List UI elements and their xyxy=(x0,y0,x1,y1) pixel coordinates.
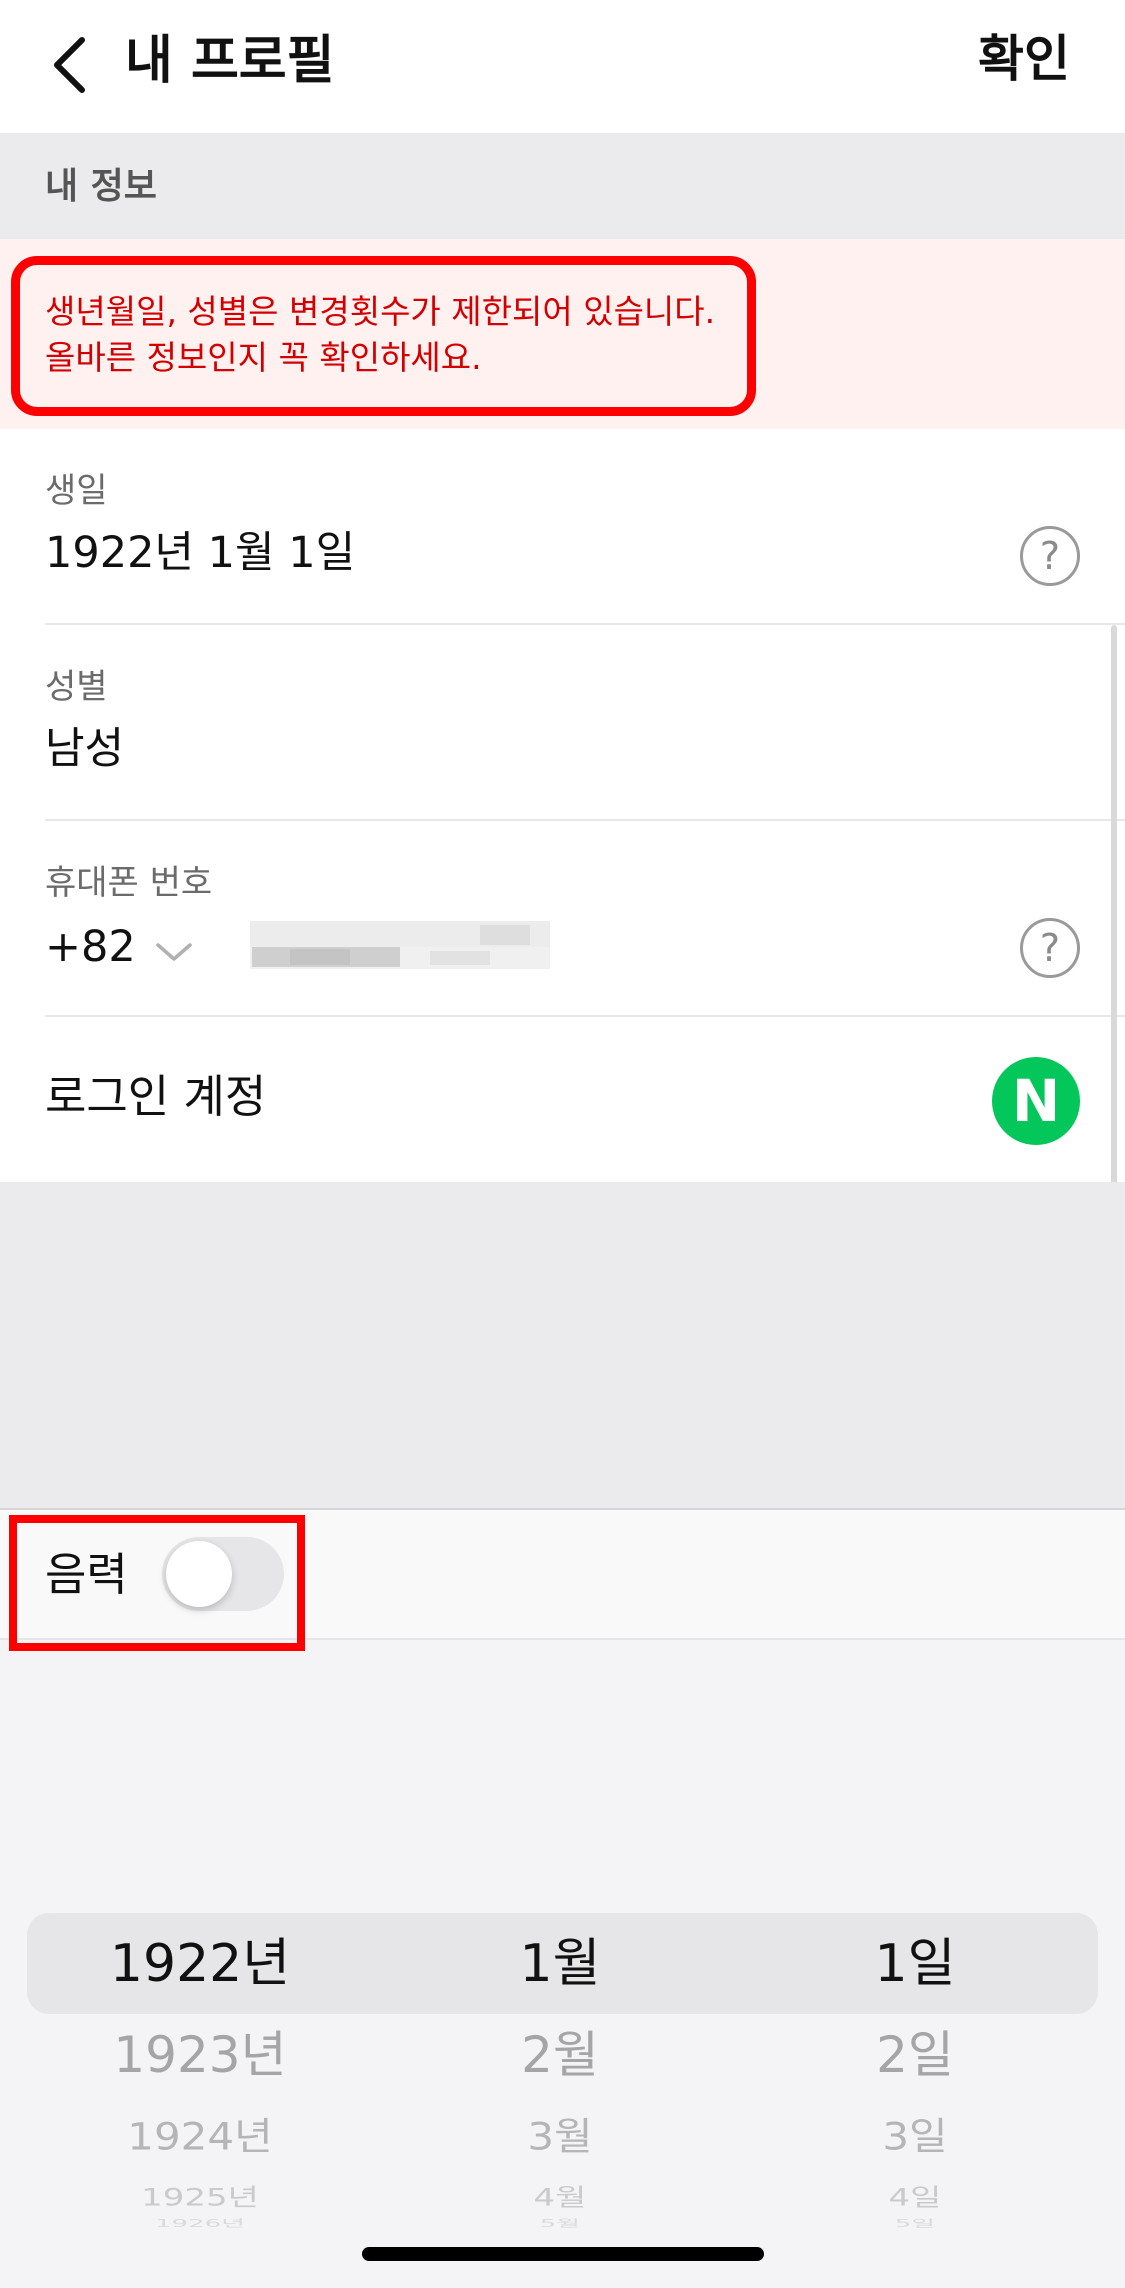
back-button[interactable] xyxy=(42,30,102,100)
confirm-button[interactable]: 확인 xyxy=(978,26,1070,92)
month-option[interactable]: 5월 xyxy=(440,2219,680,2229)
day-option[interactable]: 5일 xyxy=(790,2219,1040,2229)
chevron-left-icon xyxy=(54,37,85,93)
birthday-row[interactable]: 생일 1922년 1월 1일 ? xyxy=(0,429,1125,625)
year-option[interactable]: 1926년 xyxy=(60,2219,340,2229)
day-option[interactable]: 4일 xyxy=(790,2184,1040,2212)
year-option-selected[interactable]: 1922년 xyxy=(60,1932,340,1996)
section-header: 내 정보 xyxy=(0,133,1125,239)
phone-help-icon[interactable]: ? xyxy=(1020,918,1080,978)
section-title: 내 정보 xyxy=(45,166,157,207)
gender-label: 성별 xyxy=(45,667,108,707)
birthday-value: 1922년 1월 1일 xyxy=(45,528,356,578)
month-option[interactable]: 4월 xyxy=(440,2184,680,2212)
year-option[interactable]: 1925년 xyxy=(60,2184,340,2212)
phone-number-input[interactable] xyxy=(250,921,550,981)
year-option[interactable]: 1923년 xyxy=(60,2024,340,2086)
redacted-block xyxy=(480,925,530,945)
chevron-down-icon[interactable] xyxy=(152,937,196,967)
naver-logo-icon: N xyxy=(992,1057,1080,1145)
redacted-block xyxy=(430,951,490,965)
login-account-label: 로그인 계정 xyxy=(45,1070,267,1123)
phone-label: 휴대폰 번호 xyxy=(45,863,213,903)
background-spacer xyxy=(0,1182,1125,1508)
gender-row[interactable]: 성별 남성 xyxy=(0,625,1125,821)
birthday-label: 생일 xyxy=(45,471,108,511)
birthday-help-icon[interactable]: ? xyxy=(1020,526,1080,586)
country-code-select[interactable]: +82 xyxy=(45,919,136,975)
warning-text-line-1: 생년월일, 성별은 변경횟수가 제한되어 있습니다. xyxy=(45,292,716,331)
month-option[interactable]: 2월 xyxy=(440,2024,680,2086)
gender-value: 남성 xyxy=(45,724,125,774)
day-option[interactable]: 2일 xyxy=(790,2024,1040,2086)
lunar-highlight-box xyxy=(9,1515,305,1651)
warning-text-line-2: 올바른 정보인지 꼭 확인하세요. xyxy=(45,338,482,377)
day-option[interactable]: 3일 xyxy=(790,2113,1040,2162)
phone-row: 휴대폰 번호 +82 ? xyxy=(0,821,1125,1017)
redacted-block xyxy=(290,949,350,965)
login-account-row[interactable]: 로그인 계정 N xyxy=(0,1017,1125,1182)
month-option-selected[interactable]: 1월 xyxy=(440,1932,680,1996)
top-navigation-bar: 내 프로필 확인 xyxy=(0,0,1125,133)
year-option[interactable]: 1924년 xyxy=(60,2113,340,2162)
month-option[interactable]: 3월 xyxy=(440,2113,680,2162)
page-title: 내 프로필 xyxy=(125,31,335,91)
day-option-selected[interactable]: 1일 xyxy=(790,1932,1040,1996)
home-indicator[interactable] xyxy=(362,2247,764,2261)
